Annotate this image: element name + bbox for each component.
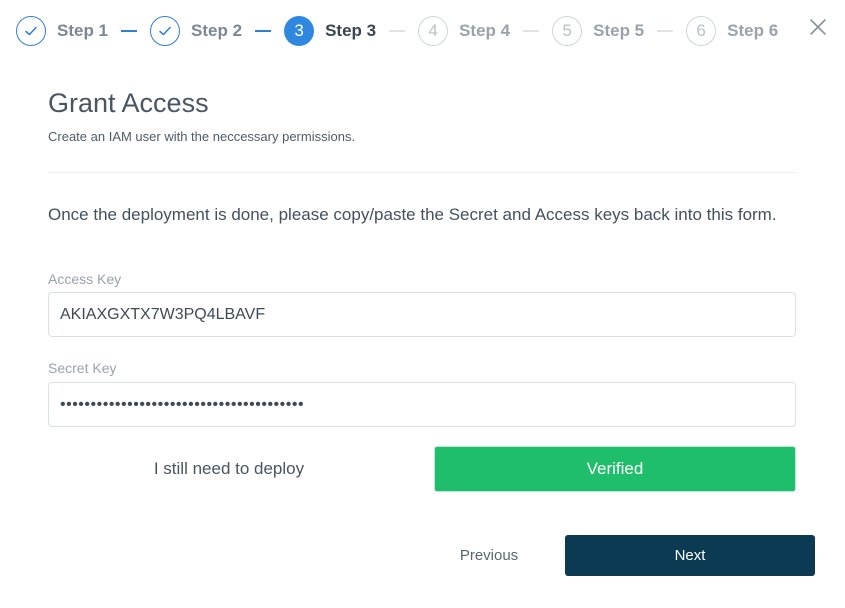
page-title: Grant Access <box>48 88 209 118</box>
step-connector <box>657 30 674 32</box>
step-2[interactable]: Step 2 <box>150 16 242 46</box>
step-connector <box>255 30 272 32</box>
step-label: Step 4 <box>459 21 511 40</box>
access-key-label: Access Key <box>48 271 122 287</box>
step-1[interactable]: Step 1 <box>16 16 108 46</box>
secret-key-label: Secret Key <box>48 360 117 376</box>
step-label: Step 1 <box>57 21 109 40</box>
close-icon[interactable] <box>807 16 829 38</box>
step-number: 4 <box>418 16 449 46</box>
step-label: Step 3 <box>325 21 377 40</box>
step-connector <box>523 30 540 32</box>
check-icon <box>150 16 181 46</box>
step-5[interactable]: 5 Step 5 <box>552 16 644 46</box>
divider <box>48 172 796 173</box>
step-number: 3 <box>284 16 315 46</box>
step-label: Step 2 <box>191 21 243 40</box>
step-number: 6 <box>686 16 717 46</box>
step-3[interactable]: 3 Step 3 <box>284 16 376 46</box>
step-6[interactable]: 6 Step 6 <box>686 16 778 46</box>
step-4[interactable]: 4 Step 4 <box>418 16 510 46</box>
step-label: Step 5 <box>593 21 645 40</box>
previous-button[interactable]: Previous <box>430 535 548 576</box>
access-key-input[interactable] <box>48 292 796 337</box>
next-button[interactable]: Next <box>565 535 815 576</box>
step-number: 5 <box>552 16 583 46</box>
still-need-to-deploy-button[interactable]: I still need to deploy <box>48 446 410 492</box>
step-connector <box>389 30 406 32</box>
instructions-text: Once the deployment is done, please copy… <box>48 205 777 224</box>
check-icon <box>16 16 46 46</box>
verified-button[interactable]: Verified <box>434 446 796 492</box>
page-subtitle: Create an IAM user with the neccessary p… <box>48 129 356 144</box>
secret-key-input[interactable] <box>48 382 796 427</box>
step-label: Step 6 <box>727 21 779 40</box>
step-connector <box>121 30 138 32</box>
stepper: Step 1 Step 2 3 Step 3 4 Step 4 5 Step 5… <box>16 14 778 48</box>
